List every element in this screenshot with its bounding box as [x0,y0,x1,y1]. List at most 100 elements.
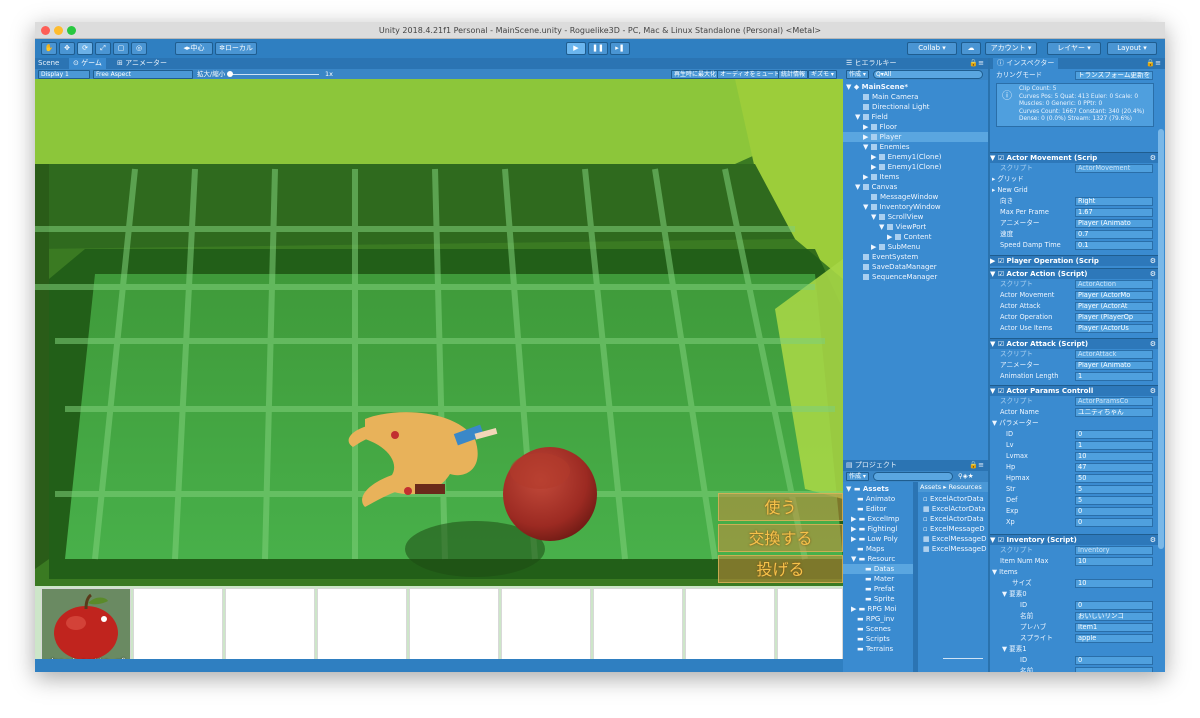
hierarchy-item[interactable]: ▼ ViewPort [879,222,988,232]
item-name-field[interactable] [1075,667,1153,672]
hand-tool-icon[interactable]: ✋ [41,42,57,55]
component-header-actor-attack[interactable]: ▼ ☑ Actor Attack (Script) ⚙ [990,338,1158,349]
transform-tool-icon[interactable]: ◎ [131,42,147,55]
tab-project[interactable]: ▤ プロジェクト [846,460,897,471]
hierarchy-item-selected[interactable]: ▶ Player [843,132,988,142]
component-header-actor-movement[interactable]: ▼ ☑ Actor Movement (Scrip ⚙ [990,152,1158,163]
space-toggle-button[interactable]: ✲ローカル [215,42,257,55]
inspector-foldout[interactable]: ▼ 要素0 [990,589,1158,600]
item-name-field[interactable]: おいしいリンゴ [1075,612,1153,621]
stats-toggle[interactable]: 統計情報 [778,70,809,79]
mute-audio-toggle[interactable]: オーディオをミュート [717,70,783,79]
inspector-foldout[interactable]: ▼ パラメーター [990,418,1158,429]
gizmos-dropdown[interactable]: ギズモ ▾ [808,70,837,79]
param-field[interactable]: 0 [1075,430,1153,439]
breadcrumb-assets[interactable]: Assets [920,483,941,491]
aspect-dropdown[interactable]: Free Aspect [93,70,193,79]
inspector-foldout[interactable]: ▸ New Grid [990,185,1158,196]
object-field[interactable]: Player (ActorUs [1075,324,1153,333]
param-field[interactable]: 0 [1075,507,1153,516]
damp-time-field[interactable]: 0.1 [1075,241,1153,250]
actor-name-field[interactable]: ユニティちゃん [1075,408,1153,417]
tab-game[interactable]: ⊙ ゲーム [69,58,106,69]
hierarchy-create-dropdown[interactable]: 作成 ▾ [846,70,869,79]
hierarchy-item[interactable]: ▶ Content [887,232,988,242]
rect-tool-icon[interactable]: ▢ [113,42,129,55]
asset-file-item[interactable]: ▫ ExcelMessageD [923,524,988,534]
inspector-foldout[interactable]: ▼ Items [990,567,1158,578]
object-field[interactable]: Player (ActorAt [1075,302,1153,311]
cloud-icon[interactable]: ☁ [961,42,981,55]
close-window-button[interactable] [41,26,50,35]
param-field[interactable]: 5 [1075,485,1153,494]
inspector-foldout[interactable]: ▼ 要素1 [990,644,1158,655]
hierarchy-item[interactable]: ▶ Floor [863,122,988,132]
item-num-max-field[interactable]: 10 [1075,557,1153,566]
hierarchy-item[interactable]: ▼ Field [855,112,988,122]
inspector-foldout[interactable]: ▸ グリッド [990,174,1158,185]
hierarchy-item[interactable]: MessageWindow [871,192,988,202]
swap-item-button[interactable]: 交換する [718,524,843,552]
object-field[interactable]: Player (ActorMo [1075,291,1153,300]
hierarchy-item[interactable]: Directional Light [863,102,988,112]
move-tool-icon[interactable]: ✥ [59,42,75,55]
item-prefab-field[interactable]: Item1 [1075,623,1153,632]
item-id-field[interactable]: 0 [1075,656,1153,665]
folder-item[interactable]: ▼ ▬ Resourc [851,554,988,564]
component-settings-icon[interactable]: ⚙ [1150,256,1156,267]
asset-file-item[interactable]: ▦ ExcelMessageD [923,534,988,544]
project-lock-icon[interactable]: 🔒≡ [969,460,984,471]
tab-scene[interactable]: Scene [38,58,59,69]
hierarchy-search-input[interactable]: Q▾All [873,70,983,79]
icon-size-slider[interactable] [943,658,983,659]
maximize-on-play-toggle[interactable]: 再生時に最大化 [671,70,720,79]
account-dropdown[interactable]: アカウント ▾ [985,42,1037,55]
inspector-scrollbar[interactable] [1158,129,1164,549]
asset-file-item[interactable]: ▫ ExcelActorData [923,514,988,524]
hierarchy-item[interactable]: SaveDataManager [863,262,988,272]
folder-item-selected[interactable]: ▬ Datas [843,564,913,574]
param-field[interactable]: 47 [1075,463,1153,472]
hierarchy-item[interactable]: ▶ Enemy1(Clone) [871,152,988,162]
zoom-window-button[interactable] [67,26,76,35]
component-header-actor-action[interactable]: ▼ ☑ Actor Action (Script) ⚙ [990,268,1158,279]
folder-item[interactable]: ▶ ▬ RPG Moi [851,604,988,614]
play-button[interactable]: ▶ [566,42,586,55]
culling-mode-dropdown[interactable]: トランスフォーム更新を [1075,71,1153,80]
animator-object-field[interactable]: Player (Animato [1075,219,1153,228]
direction-dropdown[interactable]: Right [1075,197,1153,206]
speed-field[interactable]: 0.7 [1075,230,1153,239]
folder-item[interactable]: ▬ RPG_inv [857,614,988,624]
hierarchy-item[interactable]: ▼ InventoryWindow [863,202,988,212]
max-per-frame-field[interactable]: 1.67 [1075,208,1153,217]
step-button[interactable]: ▸❚ [610,42,630,55]
hierarchy-item[interactable]: ▶ Enemy1(Clone) [871,162,988,172]
hierarchy-scene-root[interactable]: ▼ ◆ MainScene* [846,82,988,92]
scale-tool-icon[interactable]: ⤢ [95,42,111,55]
hierarchy-item[interactable]: ▼ Canvas [855,182,988,192]
project-filter-icons[interactable]: ⚲◈★ [958,471,974,482]
component-header-inventory[interactable]: ▼ ☑ Inventory (Script) ⚙ [990,534,1158,545]
tab-animator[interactable]: ⊞ アニメーター [117,58,167,69]
param-field[interactable]: 1 [1075,441,1153,450]
param-field[interactable]: 10 [1075,452,1153,461]
layout-dropdown[interactable]: Layout ▾ [1107,42,1157,55]
breadcrumb-resources[interactable]: Resources [949,483,982,491]
hierarchy-item[interactable]: ▼ Enemies [863,142,988,152]
folder-item[interactable]: ▬ Terrains [857,644,988,654]
game-view[interactable]: 使う 交換する 投げる おいしいリンゴ [35,79,843,672]
folder-item[interactable]: ▬ Scenes [857,624,988,634]
pause-button[interactable]: ❚❚ [588,42,608,55]
pivot-toggle-button[interactable]: ◂▸中心 [175,42,213,55]
scale-slider-thumb[interactable] [227,71,233,77]
inspector-lock-icon[interactable]: 🔒≡ [1146,58,1161,69]
hierarchy-item[interactable]: SequenceManager [863,272,988,282]
minimize-window-button[interactable] [54,26,63,35]
asset-file-item[interactable]: ▫ ExcelActorData [923,494,988,504]
tab-hierarchy[interactable]: ☰ ヒエラルキー [846,58,897,69]
folder-item[interactable]: ▬ Prefat [865,584,988,594]
tab-inspector[interactable]: ⓘ インスペクター [993,58,1059,69]
folder-item[interactable]: ▬ Scripts [857,634,988,644]
collab-dropdown[interactable]: Collab ▾ [907,42,957,55]
project-splitter[interactable] [913,482,918,672]
